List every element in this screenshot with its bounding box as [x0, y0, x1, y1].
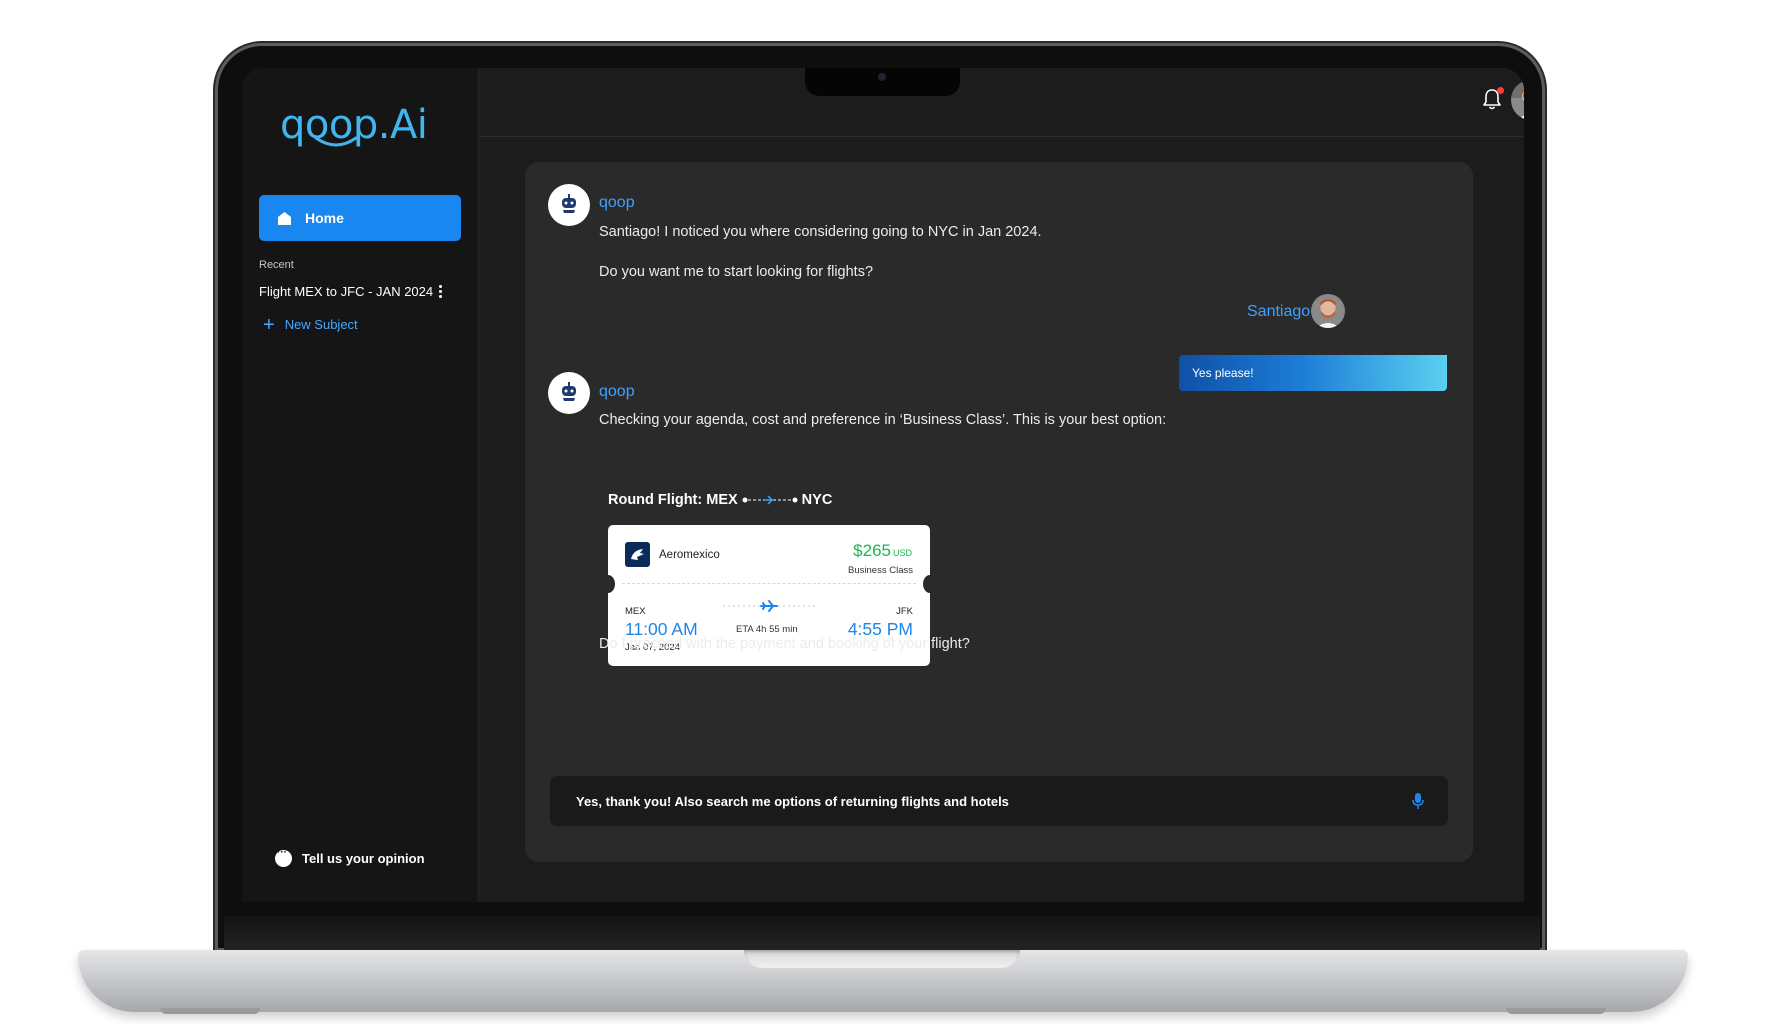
sidebar: qoop.Ai Home Recent Flight MEX to JFC - … — [242, 68, 479, 902]
bot-name: qoop — [599, 383, 635, 400]
flight-price: $265 USD — [853, 541, 912, 561]
robot-icon — [562, 382, 576, 401]
chat-input[interactable] — [574, 792, 1378, 810]
kebab-menu-icon[interactable] — [439, 285, 443, 298]
home-label: Home — [305, 210, 344, 226]
route-line-icon — [742, 495, 798, 505]
ticket-divider — [622, 583, 916, 584]
laptop-base — [78, 950, 1688, 1012]
logo-smile-icon — [314, 136, 358, 147]
user-avatar — [1311, 294, 1345, 328]
price-amount: $265 — [853, 541, 891, 560]
home-icon — [278, 211, 291, 225]
feedback-label: Tell us your opinion — [302, 851, 425, 866]
user-avatar[interactable] — [1511, 80, 1524, 120]
user-message-text: Yes please! — [1192, 366, 1254, 380]
destination-code: JFK — [896, 606, 913, 617]
route-label: Round Flight: MEX — [608, 492, 738, 508]
message-text: Checking your agenda, cost and preferenc… — [599, 412, 1167, 428]
recent-item[interactable]: Flight MEX to JFC - JAN 2024 — [259, 284, 459, 299]
bot-avatar — [548, 372, 590, 414]
user-name: Santiago — [1247, 303, 1311, 320]
bot-name: qoop — [599, 194, 635, 211]
camera-icon — [878, 73, 886, 81]
laptop-foot — [160, 1008, 260, 1014]
top-bar — [479, 68, 1524, 137]
chat-panel: qoop Santiago! I noticed you where consi… — [525, 162, 1473, 862]
camera-notch — [805, 68, 960, 96]
ticket-notch — [923, 575, 930, 593]
ticket-notch — [608, 575, 615, 593]
message-text: Do I proceed with the payment and bookin… — [599, 636, 970, 652]
airline-logo-icon — [625, 542, 650, 567]
laptop-foot — [1506, 1008, 1606, 1014]
price-currency: USD — [892, 548, 912, 558]
chat-bubble-icon — [275, 847, 292, 867]
flight-eta: ETA 4h 55 min — [736, 624, 798, 635]
airline-name: Aeromexico — [659, 549, 720, 561]
origin-code: MEX — [625, 606, 646, 617]
route-destination: NYC — [801, 492, 833, 508]
airplane-icon — [723, 600, 815, 612]
new-subject-label: New Subject — [284, 317, 358, 332]
route-summary: Round Flight: MEX NYC — [608, 492, 832, 508]
cabin-class: Business Class — [848, 565, 913, 576]
new-subject-button[interactable]: + New Subject — [263, 313, 358, 336]
message-text: Do you want me to start looking for flig… — [599, 264, 874, 280]
plus-icon: + — [263, 313, 275, 336]
robot-icon — [562, 194, 576, 213]
home-button[interactable]: Home — [259, 195, 461, 241]
bot-avatar — [548, 184, 590, 226]
app-screen: qoop.Ai Home Recent Flight MEX to JFC - … — [242, 68, 1524, 902]
recent-heading: Recent — [259, 259, 294, 271]
notification-dot — [1497, 87, 1504, 94]
laptop-groove — [744, 950, 1020, 968]
recent-item-label: Flight MEX to JFC - JAN 2024 — [259, 284, 434, 299]
message-text: Santiago! I noticed you where considerin… — [599, 224, 1042, 240]
laptop-hinge — [224, 916, 1540, 950]
user-message-bubble: Yes please! — [1179, 355, 1447, 391]
chat-input-bar — [550, 776, 1448, 826]
microphone-icon[interactable] — [1410, 792, 1426, 810]
feedback-button[interactable]: Tell us your opinion — [275, 847, 425, 867]
